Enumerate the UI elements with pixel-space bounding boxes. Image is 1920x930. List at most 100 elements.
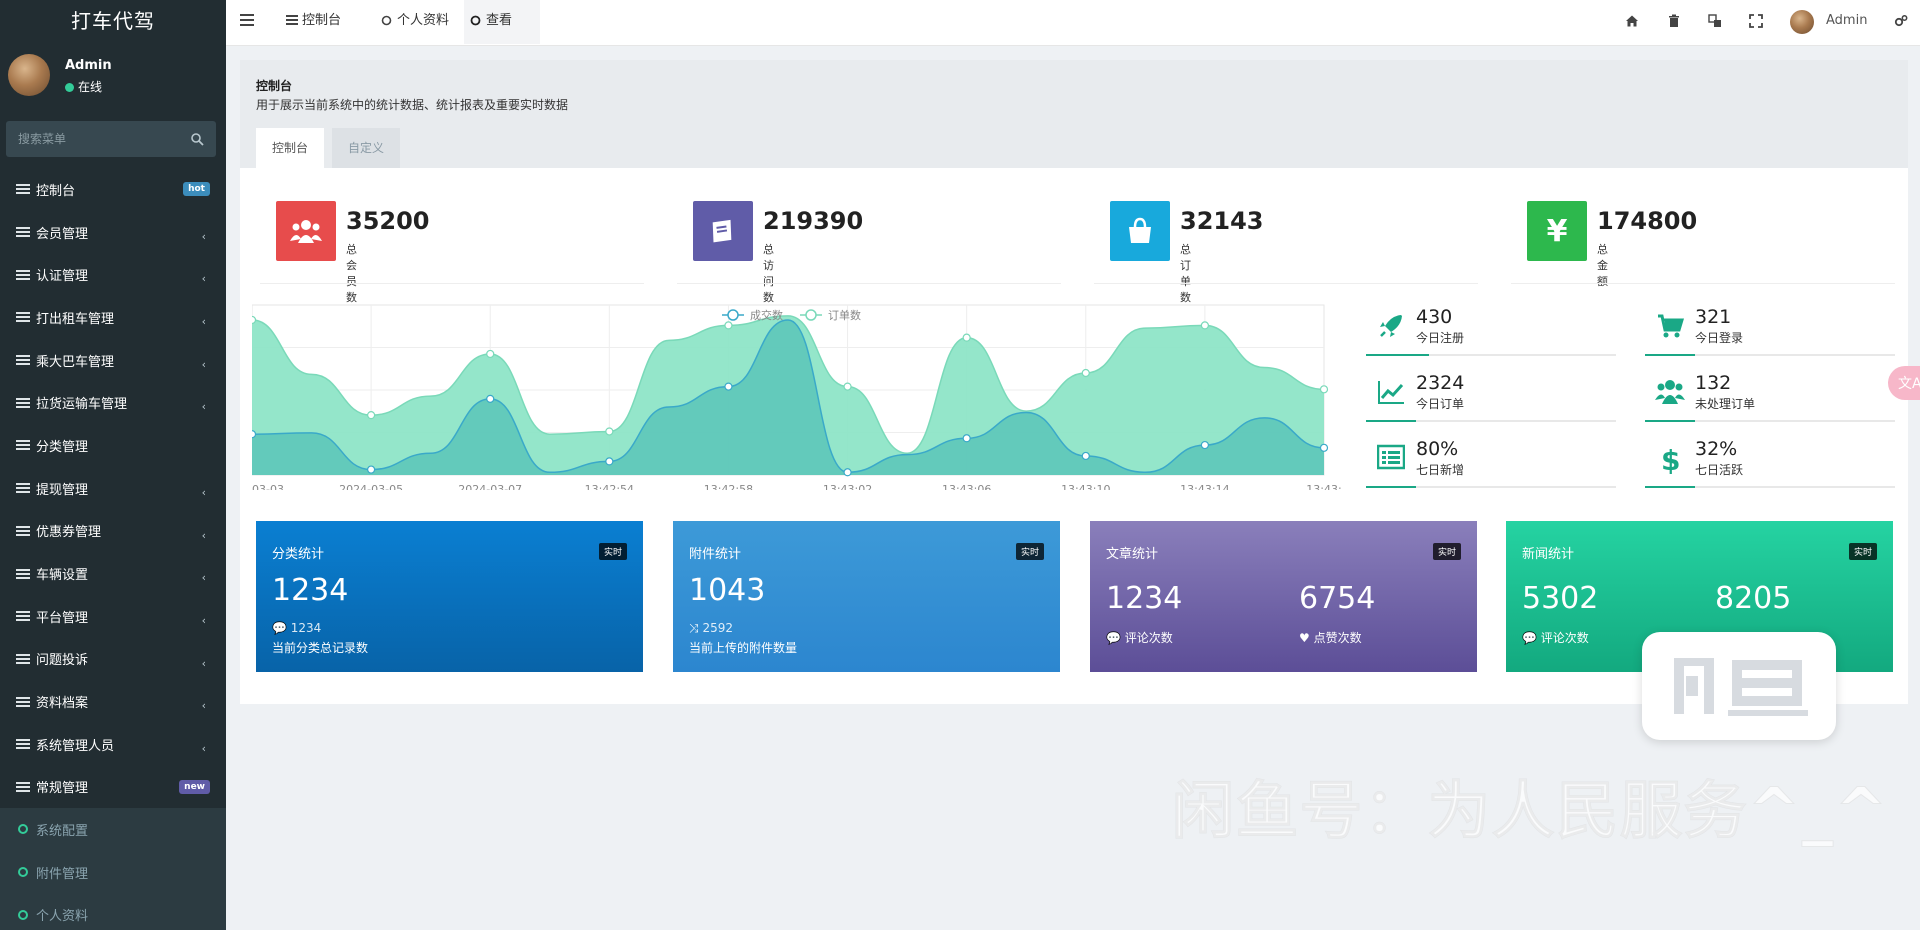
realtime-badge: 实时	[1432, 543, 1461, 560]
card-description: 当前分类总记录数	[272, 641, 369, 655]
online-dot-icon	[65, 83, 74, 92]
fullscreen-icon[interactable]	[1749, 14, 1763, 28]
sidebar-item-2[interactable]: 认证管理 ‹	[0, 253, 226, 296]
card-description: 当前上传的附件数量	[689, 641, 798, 655]
line-chart-icon	[1376, 378, 1406, 408]
menu-search	[6, 121, 216, 157]
list-icon	[16, 397, 30, 408]
page-description: 用于展示当前系统中的统计数据、统计报表及重要实时数据	[256, 98, 569, 112]
realtime-badge: 实时	[1015, 543, 1044, 560]
menu-toggle-icon[interactable]	[240, 14, 254, 26]
mini-stat-label: 未处理订单	[1695, 397, 1756, 411]
sidebar-item-12[interactable]: 资料档案 ‹	[0, 680, 226, 723]
chevron-left-icon: ‹	[201, 485, 206, 499]
chart-x-tick-label: 13:42:58	[704, 483, 753, 490]
gears-icon[interactable]	[1894, 14, 1908, 28]
dashboard-panel: 控制台 用于展示当前系统中的统计数据、统计报表及重要实时数据 控制台 自定义 3…	[240, 60, 1908, 704]
list-icon	[16, 227, 30, 238]
dollar-icon: $	[1655, 444, 1685, 477]
sidebar-item-8[interactable]: 优惠券管理 ‹	[0, 510, 226, 553]
trash-icon[interactable]	[1667, 14, 1681, 28]
sidebar-item-label: 分类管理	[36, 439, 89, 455]
shuffle-icon: ⤨	[689, 621, 699, 635]
search-icon[interactable]	[190, 132, 204, 146]
comment-icon: 💬	[1522, 631, 1537, 645]
progress-bar	[1645, 420, 1895, 422]
stat-card: 文章统计 实时 1234 6754 💬 评论次数 ♥ 点赞次数	[1090, 521, 1477, 672]
realtime-badge: 实时	[1848, 543, 1877, 560]
home-icon[interactable]	[1625, 14, 1639, 28]
stat-label: 总订单数	[1180, 243, 1191, 304]
chevron-left-icon: ‹	[201, 613, 206, 627]
sidebar-item-4[interactable]: 乘大巴车管理 ‹	[0, 339, 226, 382]
chevron-left-icon: ‹	[201, 656, 206, 670]
translate-icon[interactable]	[1708, 14, 1722, 28]
progress-bar	[1366, 420, 1616, 422]
realtime-badge: 实时	[598, 543, 627, 560]
sidebar-item-11[interactable]: 问题投诉 ‹	[0, 638, 226, 681]
mini-stat-value: 132	[1695, 372, 1732, 394]
list-icon	[1376, 444, 1406, 474]
nav-tab-view[interactable]: 查看	[464, 0, 540, 44]
tab-custom[interactable]: 自定义	[332, 128, 401, 168]
xianyu-logo-icon	[1642, 632, 1836, 740]
avatar[interactable]	[1790, 10, 1814, 34]
stat-value: 219390	[763, 207, 864, 235]
chevron-left-icon: ‹	[201, 400, 206, 414]
card-label: 评论次数	[1124, 631, 1173, 645]
circle-icon	[18, 867, 28, 878]
chart-point	[486, 349, 495, 359]
chart-point	[367, 465, 376, 474]
nav-tab-profile[interactable]: 个人资料	[375, 0, 449, 44]
sidebar-item-13[interactable]: 系统管理人员 ‹	[0, 723, 226, 766]
chevron-left-icon: ‹	[201, 528, 206, 542]
mini-stat-label: 七日新增	[1416, 463, 1465, 477]
yen-icon: ¥	[1527, 201, 1587, 261]
legend-label-0: 成交数	[750, 308, 783, 322]
page-header: 控制台 用于展示当前系统中的统计数据、统计报表及重要实时数据 控制台 自定义	[240, 60, 1908, 168]
mini-stat: 132 未处理订单	[1645, 368, 1895, 422]
legend-marker-1	[805, 309, 817, 321]
translate-float-button[interactable]: 文A	[1888, 366, 1920, 400]
card-label: 评论次数	[1540, 631, 1589, 645]
chevron-left-icon: ‹	[201, 699, 206, 713]
card-title: 新闻统计	[1522, 547, 1575, 562]
mini-stat-value: 321	[1695, 306, 1732, 328]
chevron-left-icon: ‹	[201, 357, 206, 371]
card-value: 6754	[1299, 581, 1376, 616]
sidebar-item-label: 提现管理	[36, 482, 89, 498]
sidebar-item-label: 资料档案	[36, 696, 89, 712]
search-input[interactable]	[6, 121, 186, 157]
tab-dashboard[interactable]: 控制台	[256, 128, 325, 168]
mini-stat: 80% 七日新增	[1366, 434, 1616, 488]
progress-fill	[1645, 420, 1695, 422]
sidebar-item-label: 系统管理人员	[36, 738, 115, 754]
sidebar-subitem-0[interactable]: 系统配置	[0, 808, 226, 851]
chart-x-tick-label: 13:43:10	[1061, 483, 1110, 490]
sidebar-item-0[interactable]: 控制台 hot	[0, 168, 226, 211]
list-icon	[16, 525, 30, 536]
menu-badge: hot	[183, 182, 210, 196]
card-label-a: 💬 评论次数	[1522, 629, 1589, 646]
sidebar-subitem-2[interactable]: 个人资料	[0, 893, 226, 930]
sidebar-item-6[interactable]: 分类管理	[0, 424, 226, 467]
users-icon	[1655, 378, 1685, 408]
sidebar-item-9[interactable]: 车辆设置 ‹	[0, 552, 226, 595]
sidebar-item-label: 打出租车管理	[36, 311, 115, 327]
sidebar-item-10[interactable]: 平台管理 ‹	[0, 595, 226, 638]
sidebar-item-1[interactable]: 会员管理 ‹	[0, 211, 226, 254]
sidebar-item-14[interactable]: 常规管理 new	[0, 766, 226, 809]
chart-x-tick-label: 2024-03-07	[458, 483, 522, 490]
sidebar-item-7[interactable]: 提现管理 ‹	[0, 467, 226, 510]
mini-stat: 321 今日登录	[1645, 302, 1895, 356]
sidebar-subitem-1[interactable]: 附件管理	[0, 851, 226, 894]
nav-tab-dashboard[interactable]: 控制台	[280, 0, 341, 44]
app-logo[interactable]: 打车代驾	[0, 0, 226, 44]
sidebar-item-5[interactable]: 拉货运输车管理 ‹	[0, 381, 226, 424]
chevron-left-icon: ‹	[201, 571, 206, 585]
sidebar-item-3[interactable]: 打出租车管理 ‹	[0, 296, 226, 339]
topbar-user-name[interactable]: Admin	[1826, 13, 1867, 28]
chart-point	[1081, 451, 1090, 461]
chart-x-tick-label: 13:43:06	[942, 483, 991, 490]
translate-icon: 文A	[1898, 376, 1920, 392]
